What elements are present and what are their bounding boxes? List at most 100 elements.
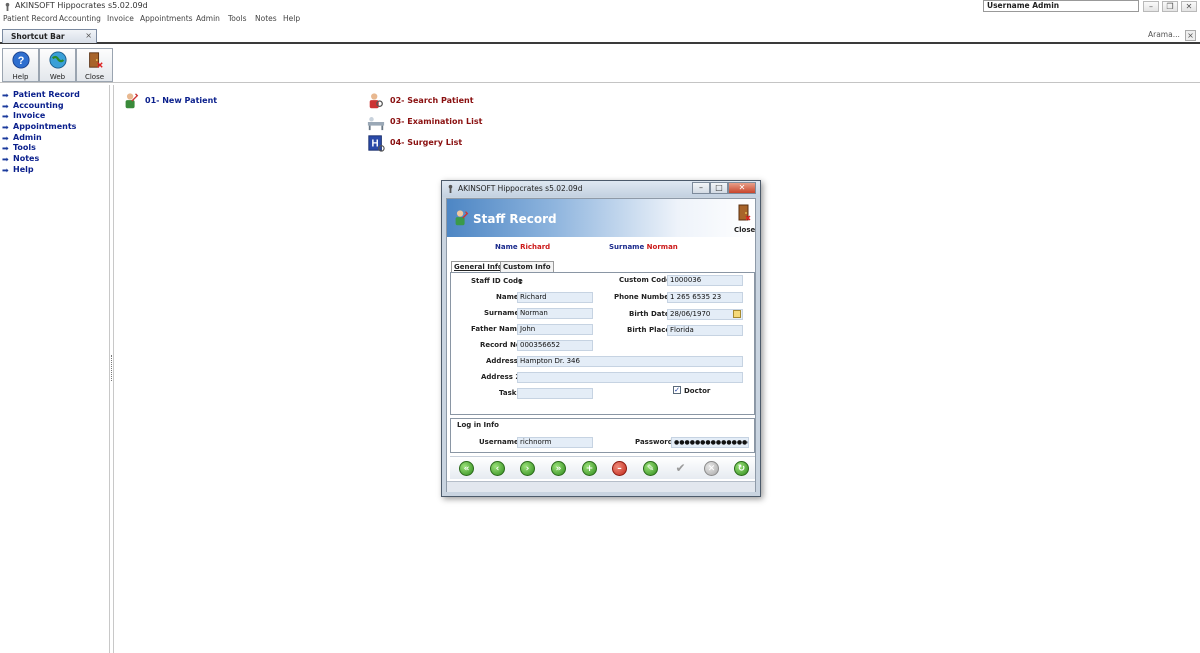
menu-tools[interactable]: Tools	[228, 14, 246, 23]
login-info-label: Log in Info	[457, 421, 499, 429]
tab-close-icon[interactable]: ×	[85, 31, 92, 40]
close-button[interactable]: Close	[76, 48, 113, 82]
last-record-icon[interactable]: »	[551, 461, 566, 476]
menu-notes[interactable]: Notes	[255, 14, 277, 23]
web-label: Web	[49, 73, 66, 81]
save-record-icon[interactable]: ✔	[673, 461, 688, 476]
app-icon	[5, 2, 10, 11]
search-close-icon[interactable]: ×	[1185, 30, 1196, 41]
close-label: Close	[84, 73, 105, 81]
tab-label: Shortcut Bar	[11, 32, 65, 41]
task-label: Task	[499, 389, 517, 397]
phone-number-field[interactable]: 1 265 6535 23	[667, 292, 743, 303]
name-field[interactable]: Richard	[517, 292, 593, 303]
nav-label: Admin	[13, 133, 42, 142]
menu-invoice[interactable]: Invoice	[107, 14, 134, 23]
name-summary-value: Richard	[520, 243, 551, 251]
menu-admin[interactable]: Admin	[196, 14, 220, 23]
arrow-right-icon: ➡	[2, 123, 9, 132]
splitter-grip[interactable]	[111, 355, 113, 381]
tab-custom-info[interactable]: Custom Info	[500, 261, 554, 272]
surname-summary-label: Surname	[609, 243, 645, 251]
arrow-right-icon: ➡	[2, 112, 9, 121]
father-name-label: Father Name	[471, 325, 522, 333]
record-no-label: Record No	[480, 341, 521, 349]
record-no-field[interactable]: 000356652	[517, 340, 593, 351]
surname-summary: Surname Norman	[609, 243, 678, 251]
menu-accounting[interactable]: Accounting	[59, 14, 101, 23]
next-record-icon[interactable]: ›	[520, 461, 535, 476]
examination-bed-icon	[367, 117, 385, 131]
name-summary-label: Name	[495, 243, 518, 251]
web-button[interactable]: Web	[39, 48, 76, 82]
shortcut-label: 01- New Patient	[145, 96, 218, 105]
dialog-title: AKINSOFT Hippocrates s5.02.09d	[458, 184, 583, 193]
arrow-right-icon: ➡	[2, 134, 9, 143]
dialog-header: Staff Record Close	[447, 199, 755, 237]
menu-help[interactable]: Help	[283, 14, 300, 23]
previous-record-icon[interactable]: ‹	[490, 461, 505, 476]
exit-door-icon[interactable]	[737, 204, 751, 222]
task-field[interactable]	[517, 388, 593, 399]
dialog-minimize-button[interactable]: –	[692, 182, 710, 194]
custom-code-field[interactable]: 1000036	[667, 275, 743, 286]
app-title: AKINSOFT Hippocrates s5.02.09d	[15, 1, 148, 10]
close-window-button[interactable]: ✕	[1181, 1, 1197, 12]
username-box[interactable]: Username Admin	[983, 0, 1139, 12]
hospital-icon: H	[368, 135, 385, 152]
menu-appointments[interactable]: Appointments	[140, 14, 193, 23]
globe-icon	[49, 51, 67, 69]
arrow-right-icon: ➡	[2, 166, 9, 175]
password-label: Password	[635, 438, 673, 446]
tab-strip: Shortcut Bar × Arama... ×	[0, 27, 1200, 44]
address-label: Address	[486, 357, 518, 365]
exit-door-icon	[89, 52, 103, 68]
calendar-icon[interactable]	[733, 310, 741, 318]
menu-patient-record[interactable]: Patient Record	[3, 14, 57, 23]
father-name-field[interactable]: John	[517, 324, 593, 335]
general-info-panel: Staff ID Code 1 Name Richard Surname Nor…	[450, 272, 755, 415]
surname-label: Surname	[484, 309, 520, 317]
new-patient-icon	[125, 93, 139, 109]
search-label[interactable]: Arama...	[1148, 30, 1180, 39]
help-button[interactable]: ? Help	[2, 48, 39, 82]
minimize-button[interactable]: –	[1143, 1, 1159, 12]
nav-label: Invoice	[13, 111, 46, 120]
dialog-status-bar	[447, 481, 755, 492]
address2-field[interactable]	[517, 372, 743, 383]
dialog-maximize-button[interactable]: □	[710, 182, 728, 194]
birth-place-field[interactable]: Florida	[667, 325, 743, 336]
surname-field[interactable]: Norman	[517, 308, 593, 319]
add-record-icon[interactable]: +	[582, 461, 597, 476]
shortcut-label: 02- Search Patient	[390, 96, 474, 105]
address-field[interactable]: Hampton Dr. 346	[517, 356, 743, 367]
tab-shortcut-bar[interactable]: Shortcut Bar ×	[2, 29, 97, 43]
password-field[interactable]: ●●●●●●●●●●●●●●●●●	[671, 437, 749, 448]
cancel-record-icon[interactable]: ✕	[704, 461, 719, 476]
dialog-close-label[interactable]: Close	[734, 226, 755, 234]
surname-summary-value: Norman	[646, 243, 678, 251]
shortcut-label: 03- Examination List	[390, 117, 483, 126]
help-label: Help	[12, 73, 29, 81]
dialog-close-button[interactable]: ✕	[728, 182, 756, 194]
doctor-checkbox[interactable]: ✓	[673, 386, 681, 394]
birth-date-field[interactable]: 28/06/1970	[667, 309, 743, 320]
splitter[interactable]	[110, 85, 114, 653]
username-field[interactable]: richnorm	[517, 437, 593, 448]
edit-record-icon[interactable]: ✎	[643, 461, 658, 476]
birth-date-label: Birth Date	[629, 310, 670, 318]
dialog-body: Staff Record Close Name Richard Surname …	[446, 198, 756, 492]
record-nav-bar: « ‹ › » + – ✎ ✔ ✕ ↻	[450, 456, 755, 479]
delete-record-icon[interactable]: –	[612, 461, 627, 476]
svg-text:?: ?	[18, 55, 25, 67]
dialog-title-bar: AKINSOFT Hippocrates s5.02.09d – □ ✕	[442, 181, 760, 197]
staff-id-label: Staff ID Code	[471, 277, 523, 285]
name-label: Name	[496, 293, 519, 301]
address2-label: Address 2	[481, 373, 521, 381]
phone-number-label: Phone Number	[614, 293, 673, 301]
help-icon: ?	[12, 51, 30, 69]
first-record-icon[interactable]: «	[459, 461, 474, 476]
search-patient-icon	[369, 93, 383, 109]
refresh-icon[interactable]: ↻	[734, 461, 749, 476]
restore-button[interactable]: ❐	[1162, 1, 1178, 12]
